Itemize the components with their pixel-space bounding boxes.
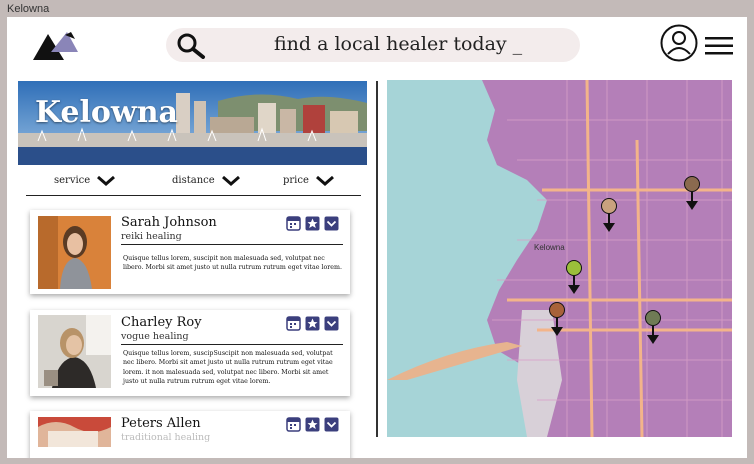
- calendar-icon[interactable]: [286, 316, 301, 331]
- star-favorite-icon[interactable]: [305, 417, 320, 432]
- map-pin-icon[interactable]: [600, 198, 618, 234]
- app-frame: find a local healer today _ Kelowna serv…: [7, 17, 747, 458]
- healer-card[interactable]: Peters Allen traditional healing: [30, 411, 350, 458]
- star-favorite-icon[interactable]: [305, 216, 320, 231]
- filter-distance-label: distance: [172, 175, 215, 186]
- map-pin-icon[interactable]: [683, 176, 701, 212]
- chevron-down-icon[interactable]: [324, 417, 339, 432]
- healer-photo: [38, 216, 111, 289]
- healer-map[interactable]: Kelowna: [387, 80, 732, 437]
- filter-distance[interactable]: distance: [172, 175, 241, 186]
- chevron-down-icon[interactable]: [324, 216, 339, 231]
- filter-service[interactable]: service: [54, 175, 116, 186]
- chevron-down-icon: [221, 175, 240, 186]
- map-pin-icon[interactable]: [548, 302, 566, 338]
- city-title: Kelowna: [35, 95, 178, 130]
- logo-icon[interactable]: [31, 29, 79, 63]
- card-actions: [286, 316, 339, 331]
- healer-service: vogue healing: [121, 331, 189, 342]
- user-avatar-icon[interactable]: [660, 24, 698, 62]
- map-pin-icon[interactable]: [644, 310, 662, 346]
- healer-description: Quisque tellus lorem, suscipit non males…: [123, 255, 342, 272]
- map-city-label: Kelowna: [534, 243, 565, 252]
- city-hero-banner: Kelowna: [18, 81, 367, 165]
- healer-photo: [38, 417, 111, 447]
- hamburger-menu-icon[interactable]: [705, 36, 733, 56]
- healer-service: traditional healing: [121, 432, 211, 443]
- card-actions: [286, 216, 339, 231]
- filter-bar: service distance price: [26, 169, 361, 196]
- healer-card[interactable]: Charley Roy vogue healing Quisque tellus…: [30, 310, 350, 396]
- window-title: Kelowna: [7, 3, 50, 15]
- search-bar[interactable]: find a local healer today _: [166, 28, 580, 62]
- filter-price-label: price: [283, 175, 309, 186]
- star-favorite-icon[interactable]: [305, 316, 320, 331]
- healer-name: Sarah Johnson: [121, 215, 217, 230]
- card-actions: [286, 417, 339, 432]
- map-canvas: [387, 80, 732, 437]
- divider: [121, 344, 343, 345]
- map-pin-icon[interactable]: [565, 260, 583, 296]
- healer-name: Charley Roy: [121, 315, 202, 330]
- panel-divider: [376, 81, 378, 437]
- healer-card[interactable]: Sarah Johnson reiki healing Quisque tell…: [30, 210, 350, 294]
- healer-name: Peters Allen: [121, 416, 201, 431]
- healer-description: Quisque tellus lorem, suscipSuscipit non…: [123, 350, 333, 385]
- chevron-down-icon: [315, 175, 334, 186]
- calendar-icon[interactable]: [286, 216, 301, 231]
- chevron-down-icon[interactable]: [324, 316, 339, 331]
- search-icon[interactable]: [176, 33, 206, 59]
- healer-service: reiki healing: [121, 231, 182, 242]
- calendar-icon[interactable]: [286, 417, 301, 432]
- filter-service-label: service: [54, 175, 91, 186]
- search-input[interactable]: find a local healer today _: [274, 33, 522, 55]
- divider: [121, 244, 343, 245]
- chevron-down-icon: [97, 175, 116, 186]
- filter-price[interactable]: price: [283, 175, 335, 186]
- healer-photo: [38, 315, 111, 388]
